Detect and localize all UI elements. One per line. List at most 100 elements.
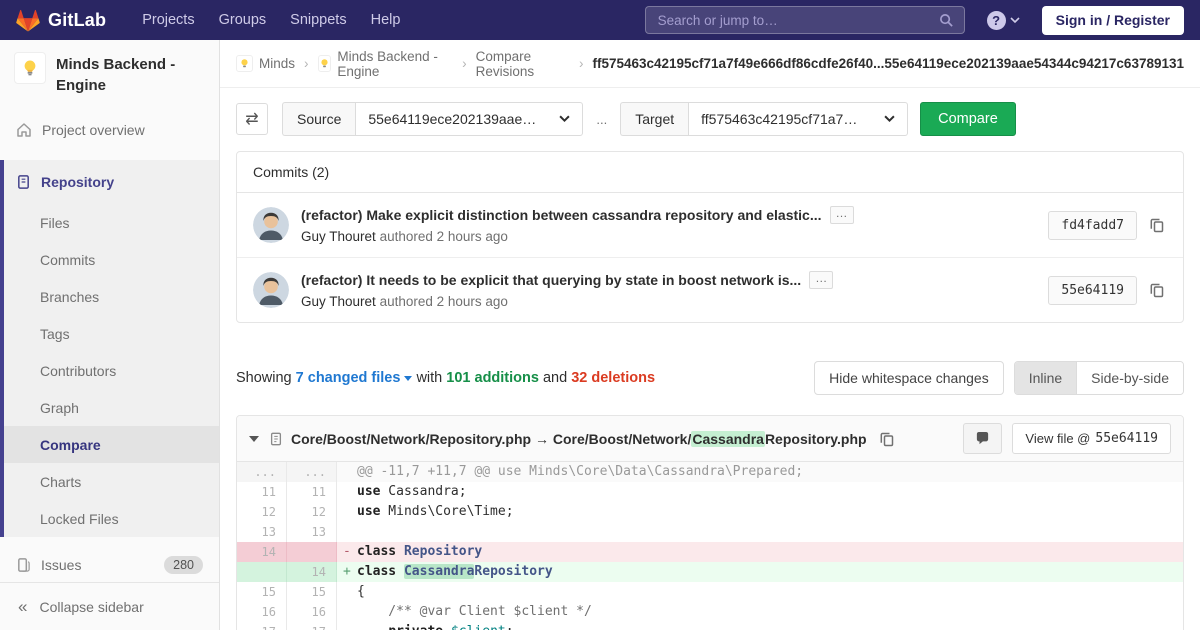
signin-register-button[interactable]: Sign in / Register bbox=[1041, 5, 1184, 35]
path-segment: Repository.php bbox=[764, 430, 867, 447]
code-token: class bbox=[357, 544, 397, 559]
sidebar-item-label: Repository bbox=[41, 174, 115, 190]
changed-files-dropdown[interactable]: 7 changed files bbox=[296, 370, 413, 386]
view-file-button[interactable]: View file @ 55e64119 bbox=[1012, 423, 1171, 454]
toggle-comments-button[interactable] bbox=[963, 423, 1003, 454]
new-line-number[interactable] bbox=[287, 542, 337, 562]
sidebar-item-compare[interactable]: Compare bbox=[4, 426, 219, 463]
author-avatar[interactable] bbox=[253, 272, 289, 308]
old-line-number[interactable]: 13 bbox=[237, 522, 287, 542]
commit-sha[interactable]: fd4fadd7 bbox=[1048, 210, 1137, 240]
sidebar-item-files[interactable]: Files bbox=[4, 204, 219, 241]
new-line-number[interactable]: 11 bbox=[287, 482, 337, 502]
sidebar-item-graph[interactable]: Graph bbox=[4, 389, 219, 426]
brand-name: GitLab bbox=[48, 9, 107, 30]
diff-file-path[interactable]: Core/Boost/Network/Repository.php → Core… bbox=[291, 430, 867, 447]
help-menu[interactable]: ? bbox=[986, 10, 1020, 30]
commit-author-link[interactable]: Guy Thouret bbox=[301, 229, 376, 244]
nav-link-groups[interactable]: Groups bbox=[219, 12, 267, 28]
old-line-number[interactable] bbox=[237, 562, 287, 582]
old-line-number[interactable]: 17 bbox=[237, 622, 287, 630]
commit-sha[interactable]: 55e64119 bbox=[1048, 275, 1137, 305]
code-cell: /** @var Client $client */ bbox=[337, 602, 1183, 622]
code-token: /** @var Client $client */ bbox=[357, 604, 592, 619]
diff-line: 14 - class Repository bbox=[237, 542, 1183, 562]
new-line-number[interactable]: 15 bbox=[287, 582, 337, 602]
nav-link-projects[interactable]: Projects bbox=[142, 12, 194, 28]
hide-whitespace-button[interactable]: Hide whitespace changes bbox=[814, 361, 1004, 395]
code-cell: @@ -11,7 +11,7 @@ use Minds\Core\Data\Ca… bbox=[337, 462, 1183, 482]
ellipsis-icon: … bbox=[815, 271, 828, 285]
collapse-file-caret[interactable] bbox=[249, 435, 259, 442]
source-ref-group: Source 55e64119ece202139aae… bbox=[282, 102, 584, 136]
target-ref-dropdown[interactable]: ff575463c42195cf71a7… bbox=[688, 102, 909, 136]
top-navbar: GitLab Projects Groups Snippets Help ? S… bbox=[0, 0, 1200, 40]
copy-sha-button[interactable] bbox=[1147, 215, 1167, 235]
sidebar-item-repository[interactable]: Repository bbox=[4, 160, 219, 204]
path-segment: → bbox=[531, 430, 553, 447]
inline-view-button[interactable]: Inline bbox=[1014, 362, 1077, 394]
commit-meta: Guy Thouret authored 2 hours ago bbox=[301, 294, 1032, 309]
code-cell: - class Repository bbox=[337, 542, 1183, 562]
renamed-highlight: Cassandra bbox=[691, 430, 765, 447]
expand-commit-message-button[interactable]: … bbox=[829, 206, 854, 224]
sidebar-item-issues[interactable]: Issues 280 bbox=[0, 543, 219, 587]
breadcrumb-project[interactable]: Minds Backend - Engine bbox=[317, 49, 454, 79]
nav-link-help[interactable]: Help bbox=[371, 12, 401, 28]
new-line-number[interactable]: 13 bbox=[287, 522, 337, 542]
document-icon bbox=[16, 174, 31, 190]
sidebar-project-link[interactable]: Minds Backend - Engine bbox=[0, 40, 219, 108]
breadcrumb-compare-revisions[interactable]: Compare Revisions bbox=[476, 49, 570, 79]
diff-line: 13 13 bbox=[237, 522, 1183, 542]
compare-button[interactable]: Compare bbox=[920, 102, 1016, 136]
nav-link-snippets[interactable]: Snippets bbox=[290, 12, 346, 28]
collapse-sidebar-button[interactable]: « Collapse sidebar bbox=[0, 582, 219, 630]
gitlab-logo-link[interactable]: GitLab bbox=[16, 9, 106, 32]
new-line-number[interactable]: 12 bbox=[287, 502, 337, 522]
sidebar-item-locked-files[interactable]: Locked Files bbox=[4, 500, 219, 537]
copy-path-button[interactable] bbox=[877, 429, 897, 449]
code-cell bbox=[337, 522, 1183, 542]
commits-header: Commits (2) bbox=[237, 152, 1183, 193]
diff-summary-row: Showing 7 changed files with 101 additio… bbox=[236, 361, 1184, 395]
path-segment: Core/Boost/Network/ bbox=[552, 430, 692, 447]
old-line-number[interactable]: 14 bbox=[237, 542, 287, 562]
new-line-number[interactable]: ... bbox=[287, 462, 337, 482]
commit-title[interactable]: (refactor) Make explicit distinction bet… bbox=[301, 207, 822, 223]
sidebar-project-name: Minds Backend - Engine bbox=[56, 56, 176, 94]
new-line-number[interactable]: 16 bbox=[287, 602, 337, 622]
old-line-number[interactable]: 11 bbox=[237, 482, 287, 502]
diff-marker bbox=[343, 582, 357, 602]
commit-author-link[interactable]: Guy Thouret bbox=[301, 294, 376, 309]
copy-sha-button[interactable] bbox=[1147, 280, 1167, 300]
old-line-number[interactable]: 12 bbox=[237, 502, 287, 522]
author-avatar[interactable] bbox=[253, 207, 289, 243]
lightbulb-icon bbox=[24, 60, 36, 76]
comment-bubble-icon bbox=[977, 431, 989, 445]
old-line-number[interactable]: 15 bbox=[237, 582, 287, 602]
sidebar-item-branches[interactable]: Branches bbox=[4, 278, 219, 315]
search-input[interactable] bbox=[655, 11, 939, 29]
new-line-number[interactable]: 14 bbox=[287, 562, 337, 582]
side-by-side-view-button[interactable]: Side-by-side bbox=[1076, 362, 1183, 394]
global-search[interactable] bbox=[644, 6, 965, 34]
source-ref-dropdown[interactable]: 55e64119ece202139aae… bbox=[355, 102, 584, 136]
collapse-icon: « bbox=[18, 596, 28, 616]
sidebar-item-commits[interactable]: Commits bbox=[4, 241, 219, 278]
sidebar-item-project-overview[interactable]: Project overview bbox=[0, 108, 219, 152]
code-token: Cassandra; bbox=[380, 484, 467, 499]
sidebar-item-contributors[interactable]: Contributors bbox=[4, 352, 219, 389]
chevron-down-icon bbox=[884, 115, 895, 123]
diff-line: 15 15 { bbox=[237, 582, 1183, 602]
commit-title[interactable]: (refactor) It needs to be explicit that … bbox=[301, 272, 801, 288]
old-line-number[interactable]: 16 bbox=[237, 602, 287, 622]
sidebar-item-charts[interactable]: Charts bbox=[4, 463, 219, 500]
swap-revisions-button[interactable]: ⇄ bbox=[236, 103, 268, 135]
expand-commit-message-button[interactable]: … bbox=[809, 271, 834, 289]
breadcrumb-minds[interactable]: Minds bbox=[236, 55, 295, 72]
old-line-number[interactable]: ... bbox=[237, 462, 287, 482]
diff-marker bbox=[343, 602, 357, 622]
sidebar-item-tags[interactable]: Tags bbox=[4, 315, 219, 352]
new-line-number[interactable]: 17 bbox=[287, 622, 337, 630]
